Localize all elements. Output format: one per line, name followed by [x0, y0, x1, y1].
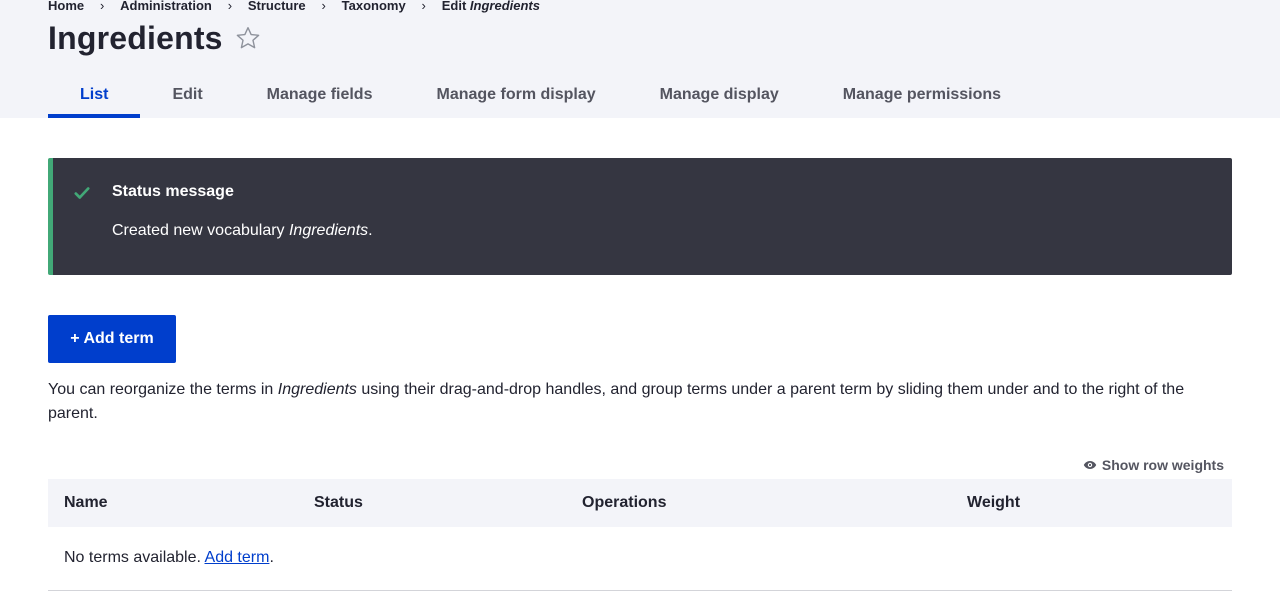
breadcrumb-structure[interactable]: Structure	[248, 0, 306, 13]
tab-edit[interactable]: Edit	[140, 72, 234, 118]
breadcrumb-taxonomy[interactable]: Taxonomy	[342, 0, 406, 13]
breadcrumb-current: Edit Ingredients	[442, 0, 540, 13]
tab-manage-form-display[interactable]: Manage form display	[404, 72, 627, 118]
page-title: Ingredients	[48, 19, 223, 56]
empty-message: No terms available. Add term.	[64, 549, 274, 567]
status-text-before: Created new vocabulary	[112, 222, 289, 239]
help-vocabulary: Ingredients	[277, 381, 357, 398]
tab-manage-display[interactable]: Manage display	[628, 72, 811, 118]
show-row-weights-label: Show row weights	[1101, 457, 1224, 473]
tab-list[interactable]: List	[48, 72, 141, 118]
breadcrumb-administration[interactable]: Administration	[120, 0, 212, 13]
chevron-right-icon: ›	[321, 0, 326, 13]
column-header-status: Status	[314, 494, 363, 511]
breadcrumb: Home › Administration › Structure › Taxo…	[48, 0, 540, 13]
column-header-operations: Operations	[582, 494, 667, 511]
eye-icon	[1083, 461, 1097, 469]
title-row: Ingredients	[48, 16, 261, 60]
chevron-right-icon: ›	[99, 0, 105, 13]
empty-after: .	[269, 549, 274, 566]
status-title: Status message	[112, 183, 234, 200]
tab-manage-fields[interactable]: Manage fields	[235, 72, 405, 118]
add-term-link[interactable]: Add term	[205, 549, 270, 566]
status-message: Status message Created new vocabulary In…	[48, 158, 1232, 275]
status-text-after: .	[368, 222, 373, 239]
tab-manage-permissions[interactable]: Manage permissions	[811, 72, 1033, 118]
breadcrumb-current-prefix: Edit	[441, 0, 467, 13]
status-vocabulary: Ingredients	[288, 222, 369, 239]
help-before: You can reorganize the terms in	[48, 381, 278, 398]
column-header-name: Name	[64, 494, 108, 511]
table-row: No terms available. Add term.	[48, 527, 1232, 591]
show-row-weights-button[interactable]: Show row weights	[1083, 456, 1224, 474]
chevron-right-icon: ›	[227, 0, 233, 13]
chevron-right-icon: ›	[421, 0, 426, 13]
table-header: Name Status Operations Weight	[48, 479, 1232, 527]
breadcrumb-home[interactable]: Home	[48, 0, 84, 13]
check-icon	[74, 187, 90, 199]
add-term-button[interactable]: + Add term	[48, 315, 176, 363]
empty-text: No terms available.	[64, 549, 205, 566]
breadcrumb-current-name: Ingredients	[469, 0, 540, 13]
status-text: Created new vocabulary Ingredients.	[112, 222, 373, 240]
star-icon[interactable]	[235, 25, 261, 51]
page-header: Home › Administration › Structure › Taxo…	[0, 0, 1280, 118]
primary-tabs: List Edit Manage fields Manage form disp…	[48, 72, 1033, 118]
terms-table: Name Status Operations Weight No terms a…	[48, 479, 1232, 591]
help-text: You can reorganize the terms in Ingredie…	[48, 378, 1232, 426]
column-header-weight: Weight	[967, 494, 1021, 511]
